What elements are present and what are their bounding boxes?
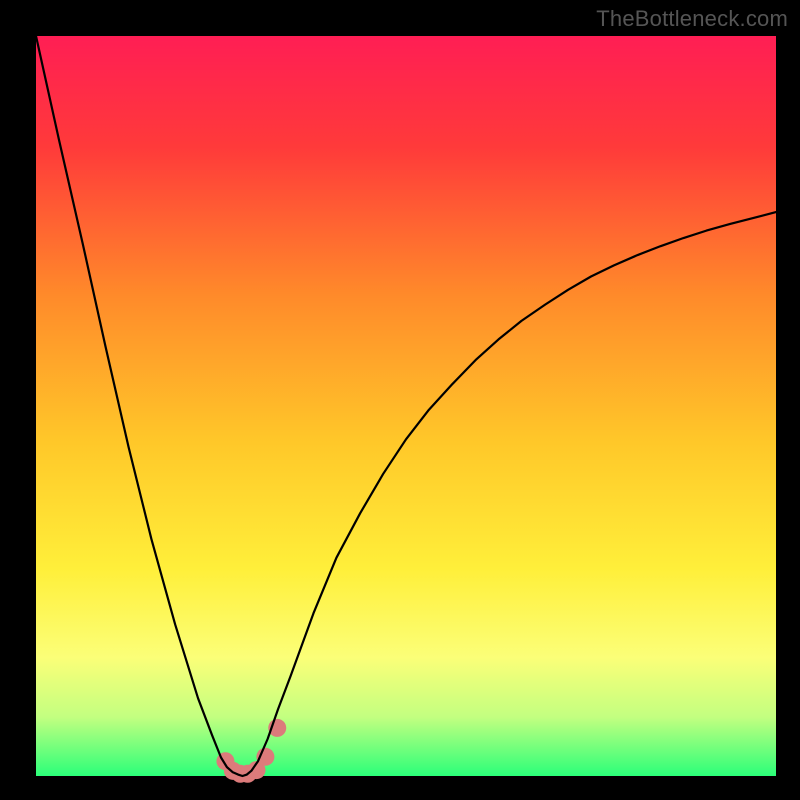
plot-background bbox=[36, 36, 776, 776]
watermark-text: TheBottleneck.com bbox=[596, 6, 788, 32]
chart-frame: { "watermark": "TheBottleneck.com", "plo… bbox=[0, 0, 800, 800]
bottleneck-chart bbox=[0, 0, 800, 800]
